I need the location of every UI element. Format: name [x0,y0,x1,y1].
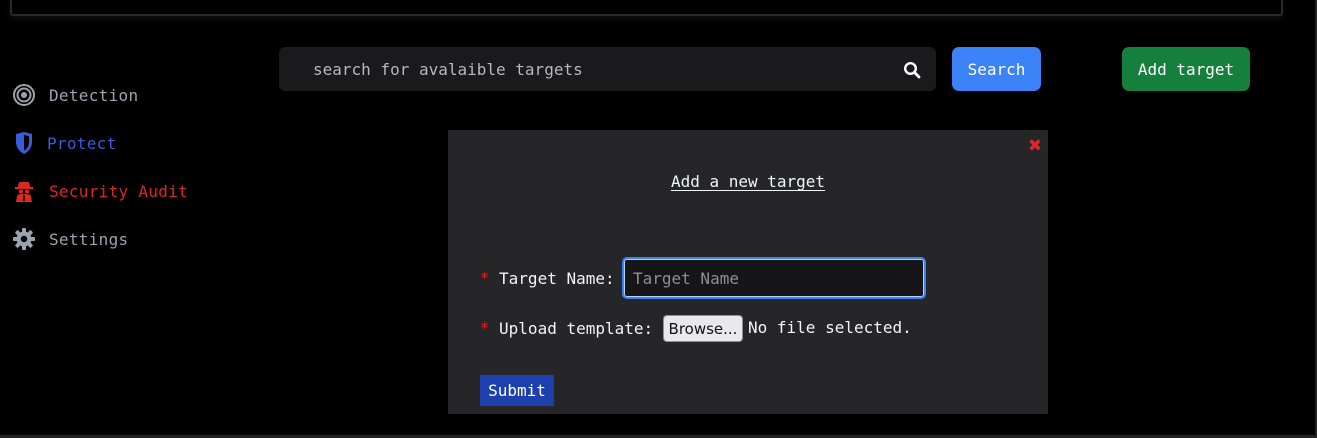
target-name-row: * Target Name: [480,257,615,299]
upload-template-row: * Upload template: [480,314,653,342]
sidebar-item-settings[interactable]: Settings [12,225,128,253]
spy-icon [12,179,36,203]
modal-title: Add a new target [670,172,826,191]
browse-button[interactable]: Browse... [663,315,743,342]
target-name-label: Target Name: [499,268,615,288]
required-marker: * [480,319,490,337]
search-button[interactable]: Search [952,47,1041,91]
gear-icon [12,227,36,251]
sidebar-item-detection[interactable]: Detection [12,81,138,109]
sidebar-item-label: Protect [47,133,117,153]
search-bar [279,47,936,91]
upload-template-label: Upload template: [499,318,654,338]
search-input[interactable] [279,47,899,91]
shield-icon [12,131,36,155]
sidebar-item-label: Detection [49,85,139,105]
sidebar-item-security-audit[interactable]: Security Audit [12,177,188,205]
submit-button[interactable]: Submit [480,375,554,406]
add-target-button[interactable]: Add target [1122,47,1250,91]
required-marker: * [480,269,490,287]
top-navbar [10,0,1283,16]
sidebar-item-protect[interactable]: Protect [12,129,117,157]
close-icon[interactable]: ✖ [1026,137,1044,155]
target-name-input[interactable] [622,257,926,299]
sidebar-item-label: Settings [49,229,129,249]
file-status-text: No file selected. [748,318,912,337]
target-icon [12,83,36,107]
sidebar-item-label: Security Audit [49,181,189,201]
search-icon[interactable] [903,61,921,79]
